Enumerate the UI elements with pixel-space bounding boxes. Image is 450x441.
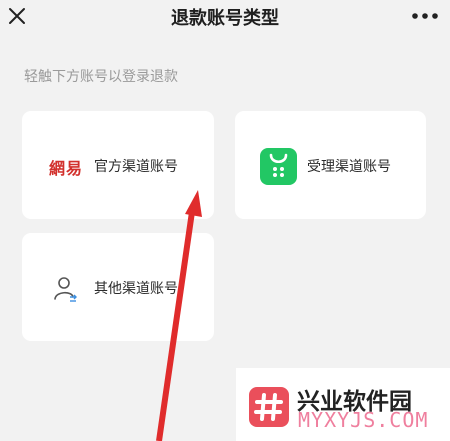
shopping-bag-icon	[260, 148, 297, 185]
other-channel-account-card[interactable]: 其他渠道账号	[22, 233, 214, 341]
agent-channel-label: 受理渠道账号	[307, 159, 391, 175]
login-hint: 轻触下方账号以登录退款	[24, 69, 178, 85]
official-channel-account-card[interactable]: 網易 官方渠道账号	[22, 111, 214, 219]
page-title: 退款账号类型	[171, 8, 279, 29]
other-channel-label: 其他渠道账号	[94, 281, 178, 297]
official-channel-label: 官方渠道账号	[94, 159, 178, 175]
user-transfer-icon	[53, 275, 79, 302]
netease-logo: 網易	[49, 159, 84, 178]
more-button[interactable]	[408, 4, 442, 28]
header-bar: 退款账号类型	[0, 0, 450, 44]
watermark-domain: MYXYJS.COM	[298, 408, 429, 432]
agent-channel-account-card[interactable]: 受理渠道账号	[235, 111, 426, 219]
more-icon	[412, 13, 438, 19]
watermark: 兴业软件园 MYXYJS.COM	[236, 368, 450, 441]
hash-logo-icon	[249, 387, 289, 427]
